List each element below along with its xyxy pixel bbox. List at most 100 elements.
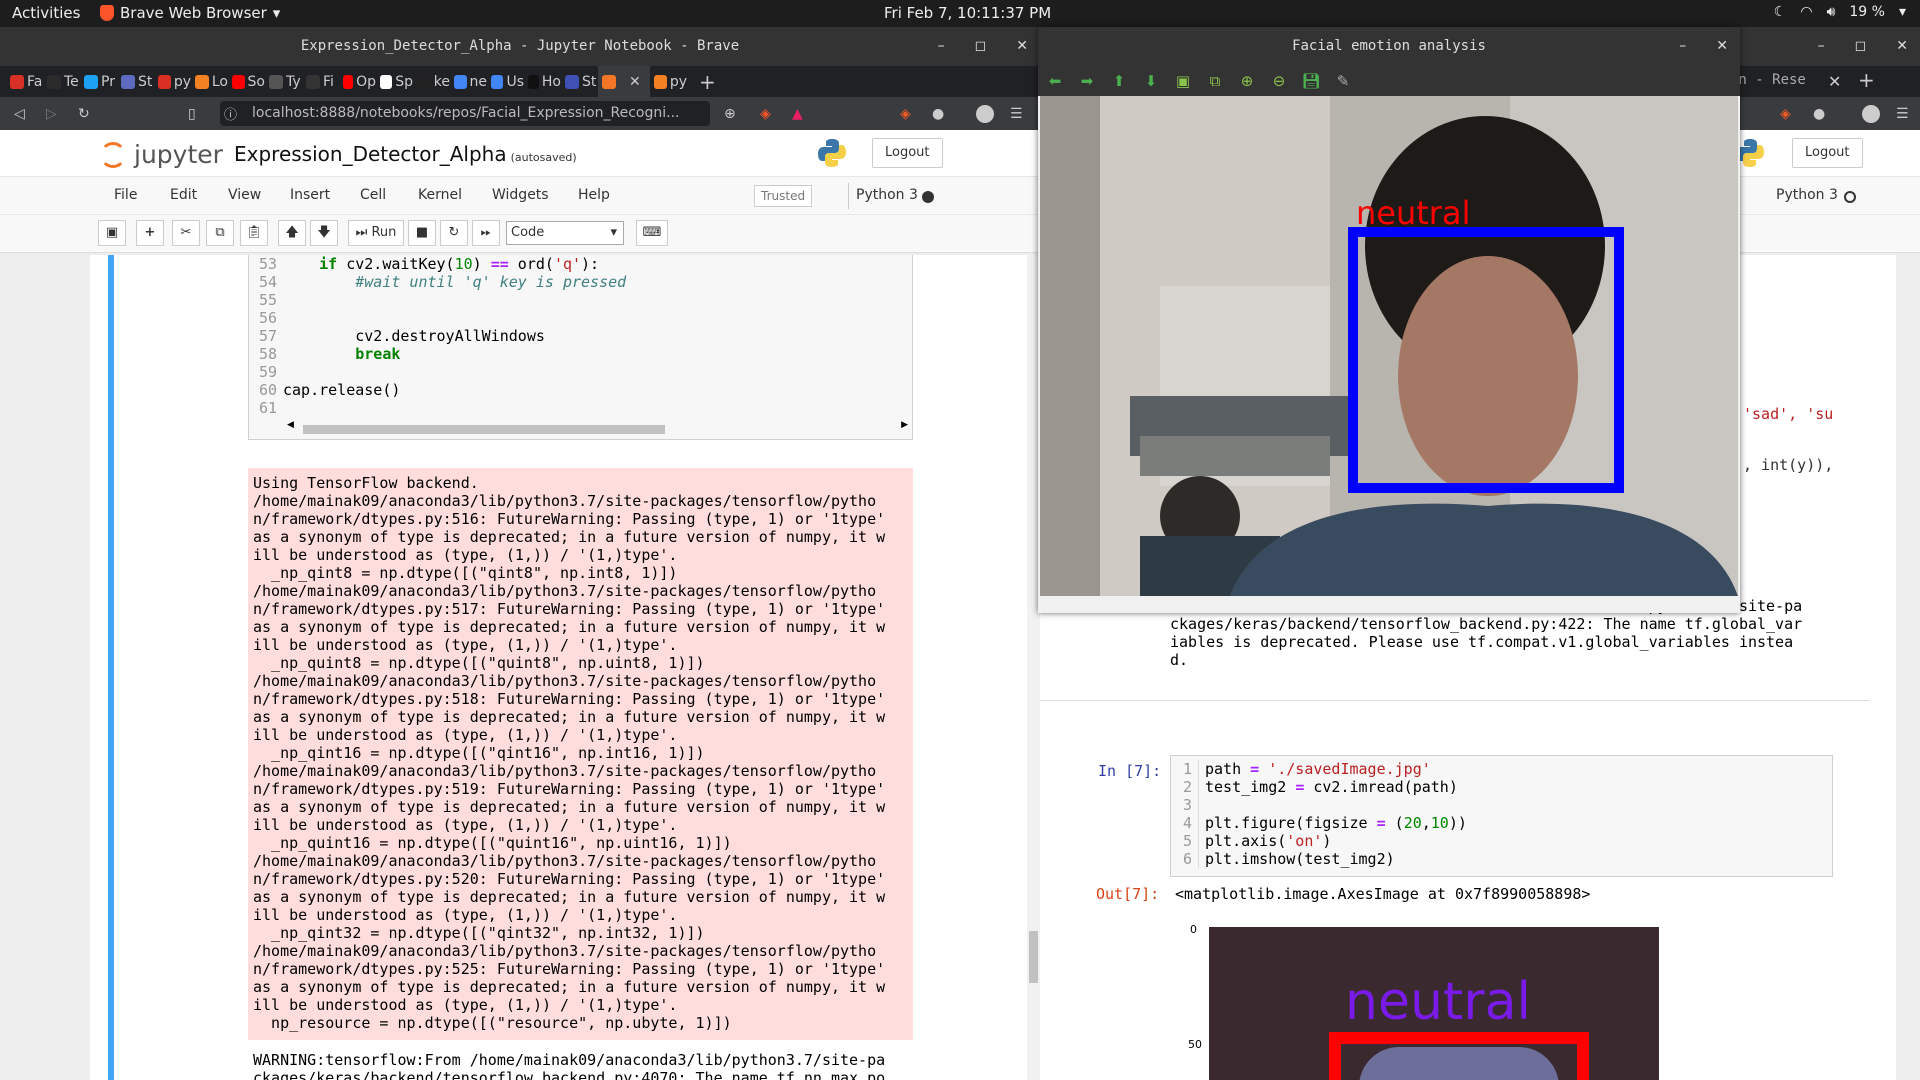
pan-up-icon[interactable]: ⬆ [1110,72,1128,90]
zoom-fit-icon[interactable]: ⧉ [1206,72,1224,90]
browser-tab[interactable]: St [117,66,154,97]
kernel-name[interactable]: Python 3 [856,187,918,203]
zoom-in-icon[interactable]: ⊕ [1238,72,1256,90]
brave-rewards-icon[interactable]: ▲ [792,106,803,122]
line-number: 60 [258,381,277,399]
active-browser-tab[interactable]: ✕ [598,66,650,97]
tab-favicon-icon [306,74,320,89]
activities-button[interactable]: Activities [12,4,80,22]
browser-tab[interactable]: Te [43,66,80,97]
browser-tab[interactable]: St [561,66,598,97]
app-menu-label: Brave Web Browser [120,4,267,22]
code-cell-editor[interactable]: 53 if cv2.waitKey(10) == ord('q'): 54 #wa… [248,255,913,440]
close-icon[interactable]: ✕ [1016,27,1028,66]
pan-left-icon[interactable]: ⬅ [1046,72,1064,90]
new-tab-icon[interactable]: + [699,70,716,94]
address-input[interactable]: localhost:8888/notebooks/repos/Facial_Ex… [220,101,710,126]
close-icon[interactable]: ✕ [1716,27,1728,66]
save-image-icon[interactable]: 💾︎ [1301,72,1320,90]
browser-tab[interactable]: ke [413,66,450,97]
new-tab-icon[interactable]: + [1858,68,1875,92]
menu-item-view[interactable]: View [228,187,261,203]
bookmark-icon[interactable]: ▯ [188,106,196,122]
menu-item-widgets[interactable]: Widgets [492,187,549,203]
jupyter-logo[interactable]: jupyter [100,140,223,169]
keyboard-icon[interactable]: ⌨ [636,220,668,246]
pan-right-icon[interactable]: ➡ [1078,72,1096,90]
browser-tab[interactable]: Op [339,66,376,97]
github-icon[interactable]: ● [932,106,944,122]
profile-icon[interactable] [976,104,994,123]
browser-tab[interactable]: Fa [6,66,43,97]
browser-tab[interactable]: Us [487,66,524,97]
zoom-out-icon[interactable]: ⊖ [1270,72,1288,90]
menu-item-help[interactable]: Help [578,187,610,203]
system-tray[interactable]: ☾ ◠ 🔊︎ 19 % ▾ [1774,4,1906,20]
brave-shield-icon[interactable]: ◈ [1780,106,1791,122]
logout-button[interactable]: Logout [1792,138,1863,168]
browser-tab[interactable]: Ty [265,66,302,97]
minimize-icon[interactable]: – [1679,27,1686,66]
copy-icon[interactable]: ⧉ [206,220,234,246]
browser-tab[interactable]: py [650,66,687,97]
restart-icon[interactable]: ↻ [440,220,468,246]
zoom-reset-icon[interactable]: ▣ [1174,72,1192,90]
close-tab-icon[interactable]: ✕ [629,74,641,90]
run-button[interactable]: ⏭︎ Run [348,220,404,246]
forward-icon[interactable]: ▷ [46,106,57,122]
clock[interactable]: Fri Feb 7, 10:11:37 PM [884,4,1051,22]
cell-type-select[interactable]: Code ▾ [506,221,624,245]
minimize-icon[interactable]: – [1818,27,1825,66]
logout-button[interactable]: Logout [872,138,943,168]
menu-item-insert[interactable]: Insert [290,187,330,203]
menu-item-file[interactable]: File [114,187,137,203]
trusted-badge[interactable]: Trusted [754,185,813,207]
profile-icon[interactable] [1862,104,1880,123]
tab-label: So [247,73,265,90]
kernel-idle-icon [1844,191,1856,203]
properties-icon[interactable]: ✎ [1334,72,1352,90]
code-line: 60 cap.release() [249,381,912,399]
horizontal-scrollbar[interactable]: ◀ ▶ [249,420,912,435]
menu-item-kernel[interactable]: Kernel [418,187,462,203]
browser-tab[interactable]: Fi [302,66,339,97]
info-icon[interactable]: ⓘ [224,104,237,123]
browser-tab[interactable]: Lo [191,66,228,97]
browser-tab[interactable]: Pr [80,66,117,97]
save-icon[interactable]: ▣ [98,220,126,246]
restart-run-all-icon[interactable]: ⏩︎ [472,220,500,246]
menu-item-cell[interactable]: Cell [360,187,386,203]
app-menu[interactable]: Brave Web Browser ▾ [100,4,280,22]
maximize-icon[interactable]: ◻ [1855,27,1867,66]
cut-icon[interactable]: ✂ [172,220,200,246]
menu-icon[interactable]: ☰ [1896,106,1909,122]
pan-down-icon[interactable]: ⬇ [1142,72,1160,90]
move-up-icon[interactable]: 🡅 [278,220,306,246]
tab-fragment[interactable]: on - Rese [1730,72,1806,88]
code-line: 53 if cv2.waitKey(10) == ord('q'): [249,255,912,273]
paste-icon[interactable]: 📋︎ [240,220,268,246]
insert-cell-icon[interactable]: + [136,220,164,246]
maximize-icon[interactable]: ◻ [975,27,987,66]
interrupt-icon[interactable]: ■ [408,220,436,246]
close-icon[interactable]: ✕ [1896,27,1908,66]
menu-icon[interactable]: ☰ [1010,106,1023,122]
minimize-icon[interactable]: – [938,27,945,66]
browser-tab[interactable]: So [228,66,265,97]
github-icon[interactable]: ● [1813,106,1825,122]
notebook-title[interactable]: Expression_Detector_Alpha (autosaved) [234,142,577,166]
zoom-icon[interactable]: ⊕ [724,106,736,122]
move-down-icon[interactable]: 🡇 [310,220,338,246]
menu-item-edit[interactable]: Edit [170,187,197,203]
browser-tab[interactable]: ne [450,66,487,97]
tab-label: Lo [211,73,228,90]
back-icon[interactable]: ◁ [14,106,25,122]
code-cell-7[interactable]: 1 path = './savedImage.jpg' 2 test_img2 = c… [1170,755,1833,877]
extension-icon[interactable]: ◈ [900,106,911,122]
brave-shield-icon[interactable]: ◈ [760,106,771,122]
reload-icon[interactable]: ↻ [78,106,90,122]
close-tab-icon[interactable]: ✕ [1828,72,1841,91]
browser-tab[interactable]: Ho [524,66,561,97]
browser-tab[interactable]: py [154,66,191,97]
browser-tab[interactable]: Sp [376,66,413,97]
